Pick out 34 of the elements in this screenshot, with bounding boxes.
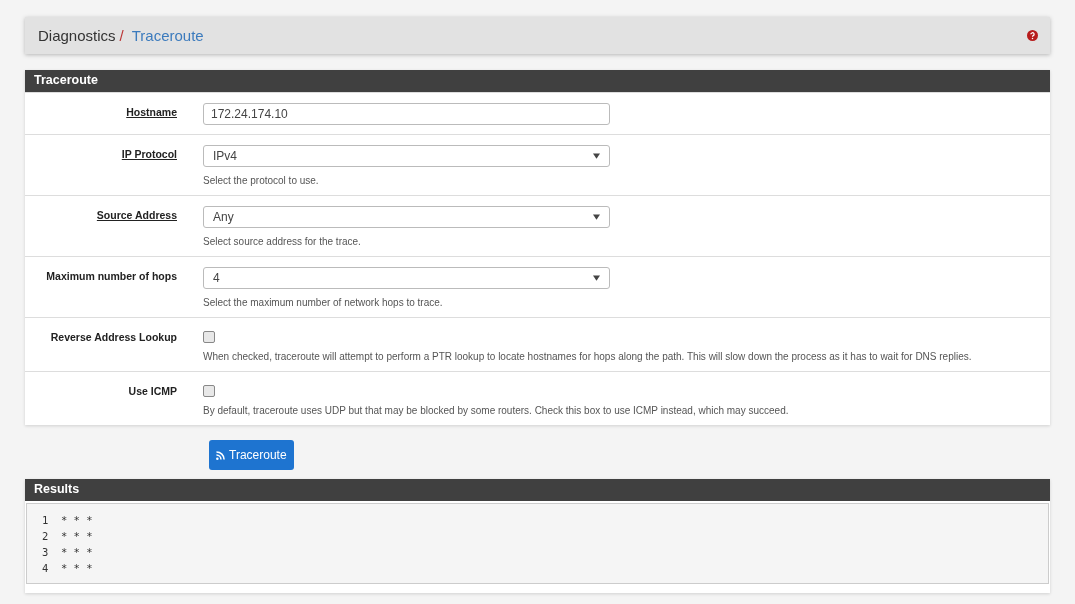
panel-heading: Results [25, 479, 1050, 501]
result-line: 1 * * * [42, 513, 94, 528]
caret-icon [593, 153, 600, 159]
help-text: Select the maximum number of network hops to trace. [203, 297, 444, 308]
result-line: 2 * * * [42, 529, 94, 544]
help-text: Select the protocol to use. [203, 175, 320, 186]
field-label: Reverse Address Lookup [50, 331, 177, 343]
help-text: When checked, traceroute will attempt to perform a PTR lookup to locate hostnames for hops along the path. This will slow down the process as it has to wait for DNS replies. [203, 351, 973, 362]
select-dropdown[interactable]: 4 [203, 267, 610, 289]
field-label-link[interactable]: Hostname [126, 106, 177, 118]
select-value: Any [213, 210, 234, 224]
select-dropdown[interactable]: Any [203, 206, 610, 228]
rss-icon [216, 450, 225, 460]
result-line: 3 * * * [42, 545, 94, 560]
field-label-link[interactable]: IP Protocol [121, 148, 177, 160]
field-label-link[interactable]: Source Address [96, 209, 177, 221]
checkbox[interactable] [203, 331, 215, 343]
breadcrumb-parent: Diagnostics [38, 27, 116, 44]
breadcrumb-separator: / [119, 27, 124, 44]
help-text: Select source address for the trace. [203, 236, 362, 247]
select-dropdown[interactable]: IPv4 [203, 145, 610, 167]
field-label: Maximum number of hops [46, 270, 177, 282]
select-value: IPv4 [213, 149, 237, 163]
field-label: Use ICMP [128, 385, 177, 397]
help-text: By default, traceroute uses UDP but that may be blocked by some routers. Check this box to use ICMP instead, which may succeed. [203, 405, 790, 416]
panel-heading: Traceroute [25, 70, 1050, 92]
hostname-input[interactable]: 172.24.174.10 [203, 103, 610, 125]
caret-icon [593, 214, 600, 220]
help-icon[interactable] [1027, 30, 1038, 41]
result-line: 4 * * * [42, 561, 94, 576]
caret-icon [593, 275, 600, 281]
checkbox[interactable] [203, 385, 215, 397]
select-value: 4 [213, 271, 220, 285]
traceroute-button[interactable]: Traceroute [209, 440, 294, 470]
